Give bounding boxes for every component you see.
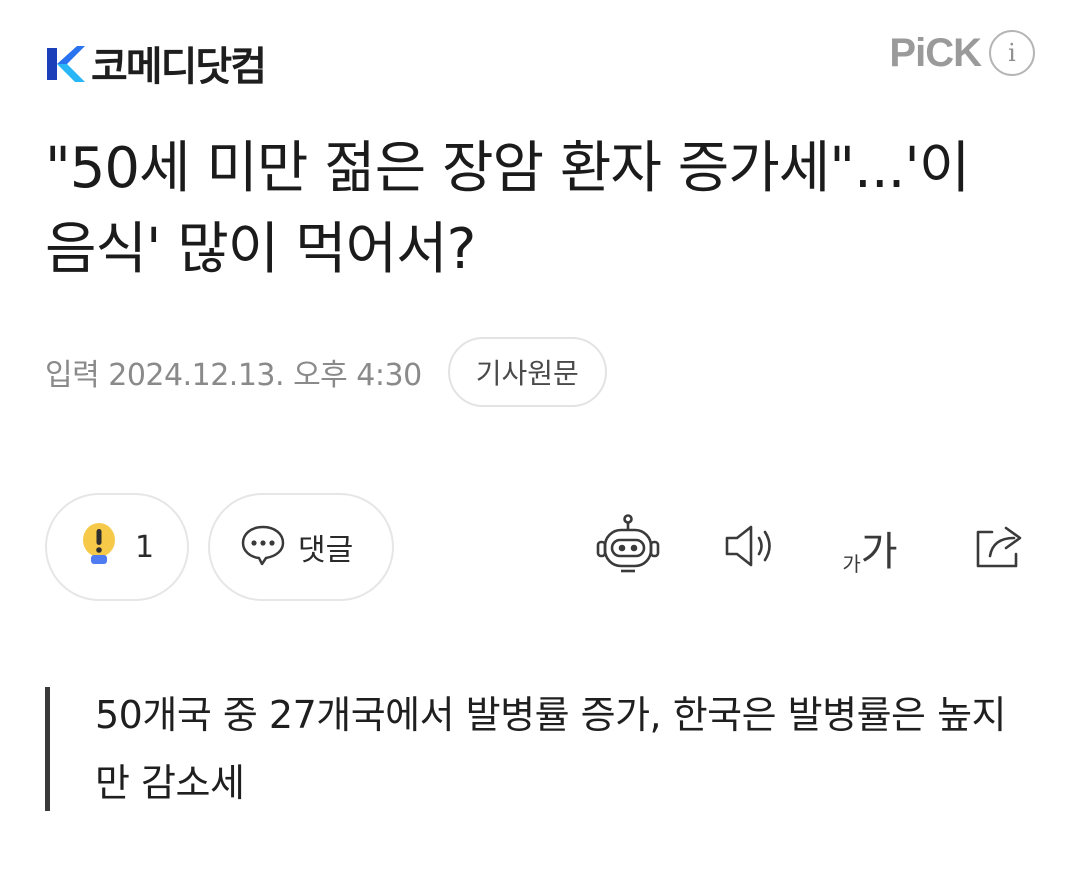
pick-badge[interactable]: PiCK i (889, 30, 1035, 76)
summary-bot-icon (595, 513, 661, 583)
subtitle-text: 50개국 중 27개국에서 발병률 증가, 한국은 발병률은 높지만 감소세 (95, 693, 1007, 805)
original-article-button[interactable]: 기사원문 (447, 337, 607, 407)
exclamation-bulb-icon (79, 521, 119, 573)
kormedi-logo-icon (45, 42, 87, 84)
article-meta: 입력 2024.12.13. 오후 4:30 기사원문 (45, 336, 607, 408)
brand-logo[interactable]: 코메디닷컴 (45, 34, 267, 92)
read-aloud-button[interactable] (718, 513, 780, 583)
font-size-button[interactable]: 가가 (835, 513, 905, 583)
brand-name: 코메디닷컴 (91, 44, 267, 90)
pick-label: PiCK (889, 30, 982, 75)
font-small-glyph: 가 (842, 552, 861, 576)
comment-button[interactable]: 댓글 (208, 493, 394, 601)
publish-date: 입력 2024.12.13. 오후 4:30 (45, 358, 422, 393)
reaction-count: 1 (135, 529, 155, 565)
speaker-icon (721, 522, 777, 574)
speech-bubble-icon (240, 524, 286, 570)
article-title: "50세 미만 젊은 장암 환자 증가세"...'이 음식' 많이 먹어서? (45, 136, 970, 282)
quote-bar (45, 687, 50, 811)
article-subtitle: 50개국 중 27개국에서 발병률 증가, 한국은 발병률은 높지만 감소세 (45, 681, 1035, 811)
header-bar: 코메디닷컴 PiCK i (45, 30, 1035, 90)
reaction-button[interactable]: 1 (45, 493, 189, 601)
font-big-glyph: 가 (860, 529, 898, 575)
font-size-icon: 가가 (842, 519, 897, 577)
summary-bot-button[interactable] (593, 513, 663, 583)
share-icon (972, 520, 1028, 576)
article-action-bar: 1 댓글 가가 (45, 493, 1035, 601)
info-icon[interactable]: i (989, 30, 1035, 76)
share-button[interactable] (969, 513, 1031, 583)
comment-label: 댓글 (298, 533, 354, 568)
